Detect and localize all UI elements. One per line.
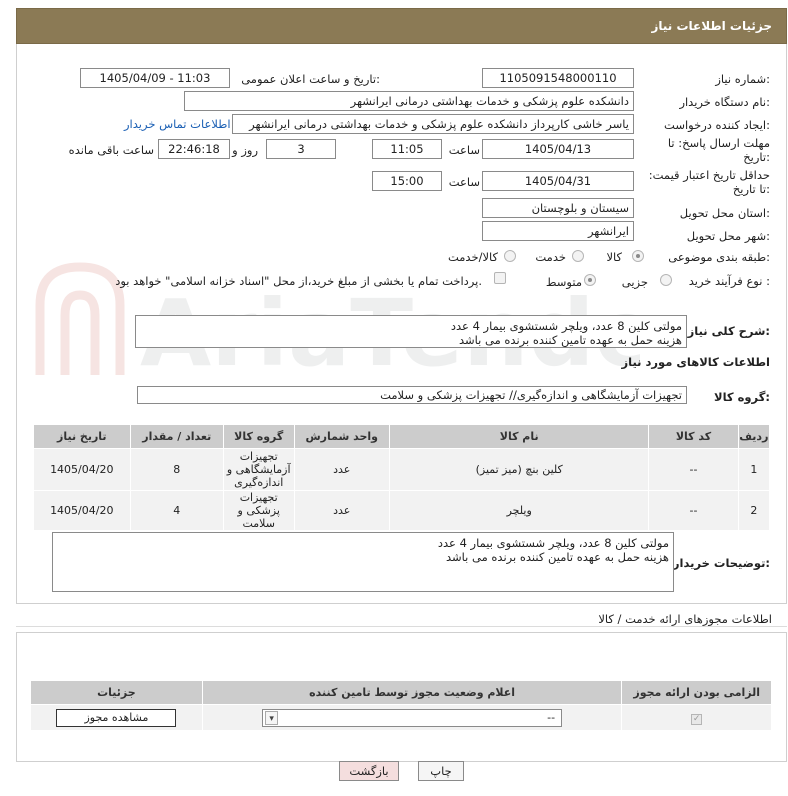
process-label: نوع فرآیند خرید :: [688, 274, 770, 288]
permit-required-checkbox[interactable]: ✓: [691, 713, 703, 725]
table-row: ✓ -- ▾ مشاهده مجوز: [30, 704, 772, 731]
col-group: گروه کالا: [222, 424, 295, 449]
remaining-time-label: ساعت باقی مانده: [68, 143, 154, 157]
permits-section-title: اطلاعات مجوزهای ارائه خدمت / کالا: [598, 612, 772, 626]
cell-row: 2: [737, 490, 771, 531]
cell-group: تجهیزات پزشکی و سلامت: [222, 490, 295, 531]
price-time-field: 15:00: [372, 171, 442, 191]
cell-qty: 4: [129, 490, 224, 531]
permit-status-value: --: [547, 710, 556, 724]
cell-code: --: [648, 490, 739, 531]
panel-header: جزئیات اطلاعات نیاز: [16, 8, 787, 44]
permit-status-cell: -- ▾: [201, 704, 623, 731]
col-date: تاریخ نیاز: [33, 424, 131, 449]
cell-unit: عدد: [293, 490, 390, 531]
announce-label: تاریخ و ساعت اعلان عمومی:: [241, 72, 380, 86]
reply-deadline-label: مهلت ارسال پاسخ: تا تاریخ:: [667, 136, 770, 164]
col-code: کد کالا: [648, 424, 739, 449]
cell-name: ویلچر: [388, 490, 650, 531]
treasury-payment-checkbox[interactable]: [494, 272, 506, 284]
days-label: روز و: [232, 143, 258, 157]
col-permit-required: الزامی بودن ارائه مجوز: [621, 680, 772, 705]
process-radio-medium[interactable]: [584, 274, 596, 286]
price-validity-label: حداقل تاریخ اعتبار قیمت: تا تاریخ:: [648, 168, 770, 196]
cell-name: کلین بنچ (میز تمیز): [388, 448, 650, 491]
price-time-label: ساعت: [448, 175, 480, 189]
permit-status-select[interactable]: -- ▾: [262, 708, 563, 727]
summary-textarea[interactable]: مولتی کلین 8 عدد، ویلچر شستشوی بیمار 4 ع…: [135, 315, 687, 348]
category-option-service: خدمت: [535, 250, 566, 264]
province-label: استان محل تحویل:: [679, 206, 770, 220]
need-number-label: شماره نیاز:: [715, 72, 770, 86]
reply-time-field: 11:05: [372, 139, 442, 159]
announce-datetime-field: 1405/04/09 - 11:03: [80, 68, 230, 88]
cell-row: 1: [737, 448, 771, 491]
reply-time-label: ساعت: [448, 143, 480, 157]
cell-qty: 8: [129, 448, 224, 491]
category-label: طبقه بندی موضوعی:: [668, 250, 770, 264]
col-unit: واحد شمارش: [293, 424, 390, 449]
panel-title: جزئیات اطلاعات نیاز: [651, 19, 772, 33]
requester-field: یاسر خاشی کارپرداز دانشکده علوم پزشکی و …: [232, 114, 634, 134]
col-name: نام کالا: [388, 424, 650, 449]
need-number-field: 1105091548000110: [482, 68, 634, 88]
process-option-medium: متوسط: [545, 275, 582, 289]
process-option-minor: جزیی: [621, 275, 648, 289]
category-radio-goods-service[interactable]: [504, 250, 516, 262]
reply-date-field: 1405/04/13: [482, 139, 634, 159]
col-qty: تعداد / مقدار: [129, 424, 224, 449]
permit-required-cell: ✓: [621, 704, 772, 731]
back-button[interactable]: بازگشت: [339, 761, 399, 781]
print-button[interactable]: چاپ: [418, 761, 464, 781]
chevron-down-icon[interactable]: ▾: [265, 710, 279, 725]
buyer-org-label: نام دستگاه خریدار:: [679, 95, 770, 109]
goods-group-field: تجهیزات آزمایشگاهی و اندازه‌گیری// تجهیز…: [137, 386, 687, 404]
contact-info-link[interactable]: اطلاعات تماس خریدار: [124, 117, 231, 131]
cell-code: --: [648, 448, 739, 491]
permits-divider: [16, 626, 787, 627]
buyer-org-field: دانشکده علوم پزشکی و خدمات بهداشتی درمان…: [184, 91, 634, 111]
goods-group-label: گروه کالا:: [714, 390, 770, 404]
process-radio-minor[interactable]: [660, 274, 672, 286]
summary-label: شرح کلی نیاز:: [687, 324, 770, 338]
category-option-goods-service: کالا/خدمت: [447, 250, 498, 264]
col-row: ردیف: [737, 424, 771, 449]
remaining-time-field: 22:46:18: [158, 139, 230, 159]
category-option-goods: کالا: [606, 250, 622, 264]
cell-unit: عدد: [293, 448, 390, 491]
category-radio-service[interactable]: [572, 250, 584, 262]
cell-group: تجهیزات آزمایشگاهی و اندازه‌گیری: [222, 448, 295, 491]
treasury-payment-note: پرداخت تمام یا بخشی از مبلغ خرید،از محل …: [115, 274, 482, 288]
table-row: 2 -- ویلچر عدد تجهیزات پزشکی و سلامت 4 1…: [33, 490, 771, 531]
goods-table-header: ردیف کد کالا نام کالا واحد شمارش گروه کا…: [33, 424, 771, 449]
view-permit-button[interactable]: مشاهده مجوز: [56, 708, 177, 727]
col-permit-details: جزئیات: [30, 680, 203, 705]
permit-details-cell: مشاهده مجوز: [30, 704, 203, 731]
cell-date: 1405/04/20: [33, 448, 131, 491]
cell-date: 1405/04/20: [33, 490, 131, 531]
province-field: سیستان و بلوچستان: [482, 198, 634, 218]
permits-table-header: الزامی بودن ارائه مجوز اعلام وضعیت مجوز …: [30, 680, 772, 705]
col-permit-status: اعلام وضعیت مجوز توسط تامین کننده: [201, 680, 623, 705]
requester-label: ایجاد کننده درخواست:: [664, 118, 770, 132]
goods-table: ردیف کد کالا نام کالا واحد شمارش گروه کا…: [33, 424, 771, 531]
permits-table: الزامی بودن ارائه مجوز اعلام وضعیت مجوز …: [30, 680, 772, 731]
buyer-notes-textarea[interactable]: مولتی کلین 8 عدد، ویلچر شستشوی بیمار 4 ع…: [52, 532, 674, 592]
days-remaining-field: 3: [266, 139, 336, 159]
category-radio-goods[interactable]: [632, 250, 644, 262]
goods-section-title: اطلاعات کالاهای مورد نیاز: [621, 355, 770, 369]
table-row: 1 -- کلین بنچ (میز تمیز) عدد تجهیزات آزم…: [33, 448, 771, 491]
city-field: ایرانشهر: [482, 221, 634, 241]
price-date-field: 1405/04/31: [482, 171, 634, 191]
city-label: شهر محل تحویل:: [686, 229, 770, 243]
buyer-notes-label: توضیحات خریدار:: [672, 556, 770, 570]
